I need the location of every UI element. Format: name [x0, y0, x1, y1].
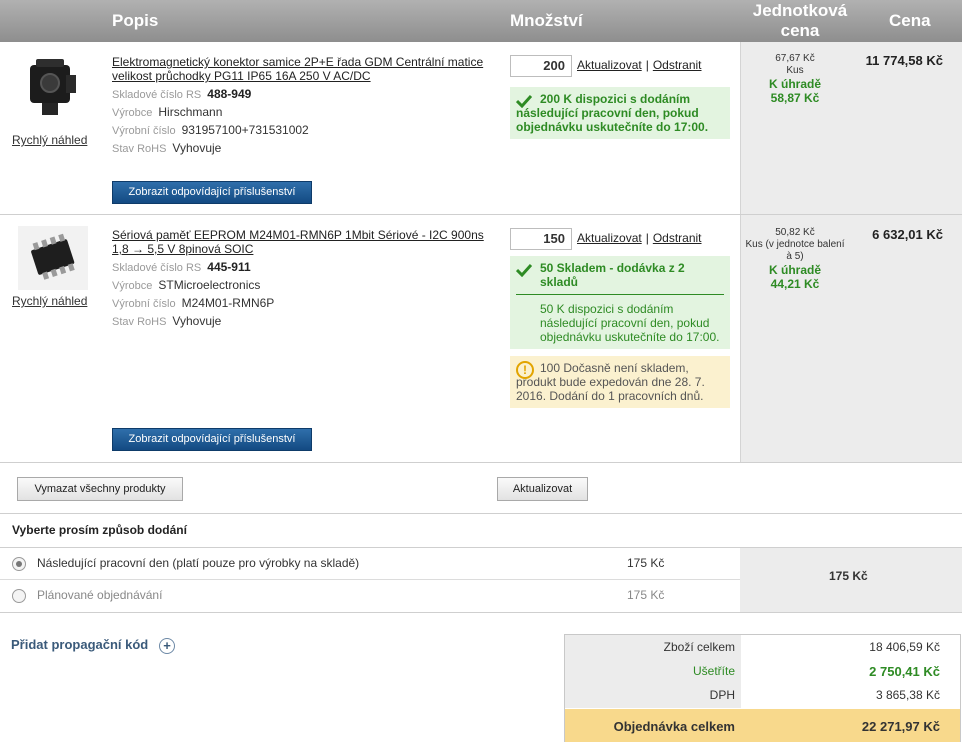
line-total: 6 632,01 Kč [872, 227, 943, 242]
stock-message: 50 K dispozici s dodáním následující pra… [540, 302, 720, 344]
quick-view-link[interactable]: Rychlý náhled [12, 294, 87, 308]
radio-unselected[interactable] [12, 589, 26, 603]
header-description: Popis [112, 11, 159, 30]
line-total: 11 774,58 Kč [865, 53, 943, 68]
quick-view-link[interactable]: Rychlý náhled [12, 133, 87, 147]
header-quantity: Množství [510, 11, 583, 30]
spec-part-number: Výrobní číslo 931957100+731531002 [112, 123, 309, 137]
show-accessories-button[interactable]: Zobrazit odpovídající příslušenství [112, 428, 312, 451]
summary-goods: Zboží celkem 18 406,59 Kč [663, 640, 940, 654]
spec-manufacturer: Výrobce Hirschmann [112, 105, 223, 119]
quantity-actions: Aktualizovat | Odstranit [577, 231, 702, 245]
spec-rohs: Stav RoHS Vyhovuje [112, 314, 222, 328]
quantity-input[interactable]: 150 [510, 228, 572, 250]
update-link[interactable]: Aktualizovat [577, 58, 642, 72]
delivery-title: Vyberte prosím způsob dodání [12, 523, 187, 537]
quantity-input[interactable]: 200 [510, 55, 572, 77]
summary-vat: DPH 3 865,38 Kč [709, 688, 940, 702]
show-accessories-button[interactable]: Zobrazit odpovídající příslušenství [112, 181, 312, 204]
spec-manufacturer: Výrobce STMicroelectronics [112, 278, 261, 292]
unit-price: 50,82 Kč Kus (v jednotce balení à 5) K ú… [745, 227, 845, 291]
header-unit-price: Jednotková cena [752, 1, 848, 40]
plus-circle-icon[interactable]: + [159, 638, 175, 654]
connector-product-image[interactable] [18, 55, 88, 119]
header-price: Cena [889, 11, 931, 30]
warning-icon: ! [516, 361, 534, 379]
check-icon [516, 94, 532, 108]
remove-link[interactable]: Odstranit [653, 231, 702, 245]
check-icon [516, 263, 532, 277]
spec-rohs: Stav RoHS Vyhovuje [112, 141, 222, 155]
delivery-total: 175 Kč [829, 569, 868, 583]
delivery-option-scheduled[interactable]: Plánované objednávání 175 Kč [0, 580, 740, 611]
cart-header: Popis Množství Jednotková cena Cena [0, 0, 962, 42]
quantity-actions: Aktualizovat | Odstranit [577, 58, 702, 72]
promo-code-link[interactable]: Přidat propagační kód [11, 637, 148, 652]
clear-all-button[interactable]: Vymazat všechny produkty [17, 477, 183, 501]
unit-price: 67,67 Kč Kus K úhradě 58,87 Kč [768, 53, 821, 105]
delivery-option-next-day[interactable]: Následující pracovní den (platí pouze pr… [0, 548, 740, 579]
product-title-link[interactable]: Elektromagnetický konektor samice 2P+E ř… [112, 55, 497, 83]
stock-availability: 50 Skladem - dodávka z 2 skladů 50 K dis… [510, 256, 730, 349]
remove-link[interactable]: Odstranit [653, 58, 702, 72]
stock-heading: 50 Skladem - dodávka z 2 skladů [516, 261, 724, 295]
radio-selected[interactable] [12, 557, 26, 571]
delivery-total-cell: 175 Kč [740, 548, 962, 612]
stock-availability: 200 K dispozici s dodáním následující pr… [510, 87, 730, 139]
chip-product-image[interactable] [18, 226, 88, 290]
spec-stock-number: Skladové číslo RS 445-911 [112, 260, 251, 274]
spec-stock-number: Skladové číslo RS 488-949 [112, 87, 252, 101]
spec-part-number: Výrobní číslo M24M01-RMN6P [112, 296, 275, 310]
summary-savings: Ušetříte 2 750,41 Kč [692, 664, 940, 679]
product-title-link[interactable]: Sériová paměť EEPROM M24M01-RMN6P 1Mbit … [112, 228, 497, 256]
update-button[interactable]: Aktualizovat [497, 477, 588, 501]
backorder-warning: ! 100 Dočasně není skladem, produkt bude… [510, 356, 730, 408]
update-link[interactable]: Aktualizovat [577, 231, 642, 245]
summary-order-total: Objednávka celkem 22 271,97 Kč [565, 709, 960, 742]
order-summary: Zboží celkem 18 406,59 Kč Ušetříte 2 750,4… [564, 634, 961, 742]
